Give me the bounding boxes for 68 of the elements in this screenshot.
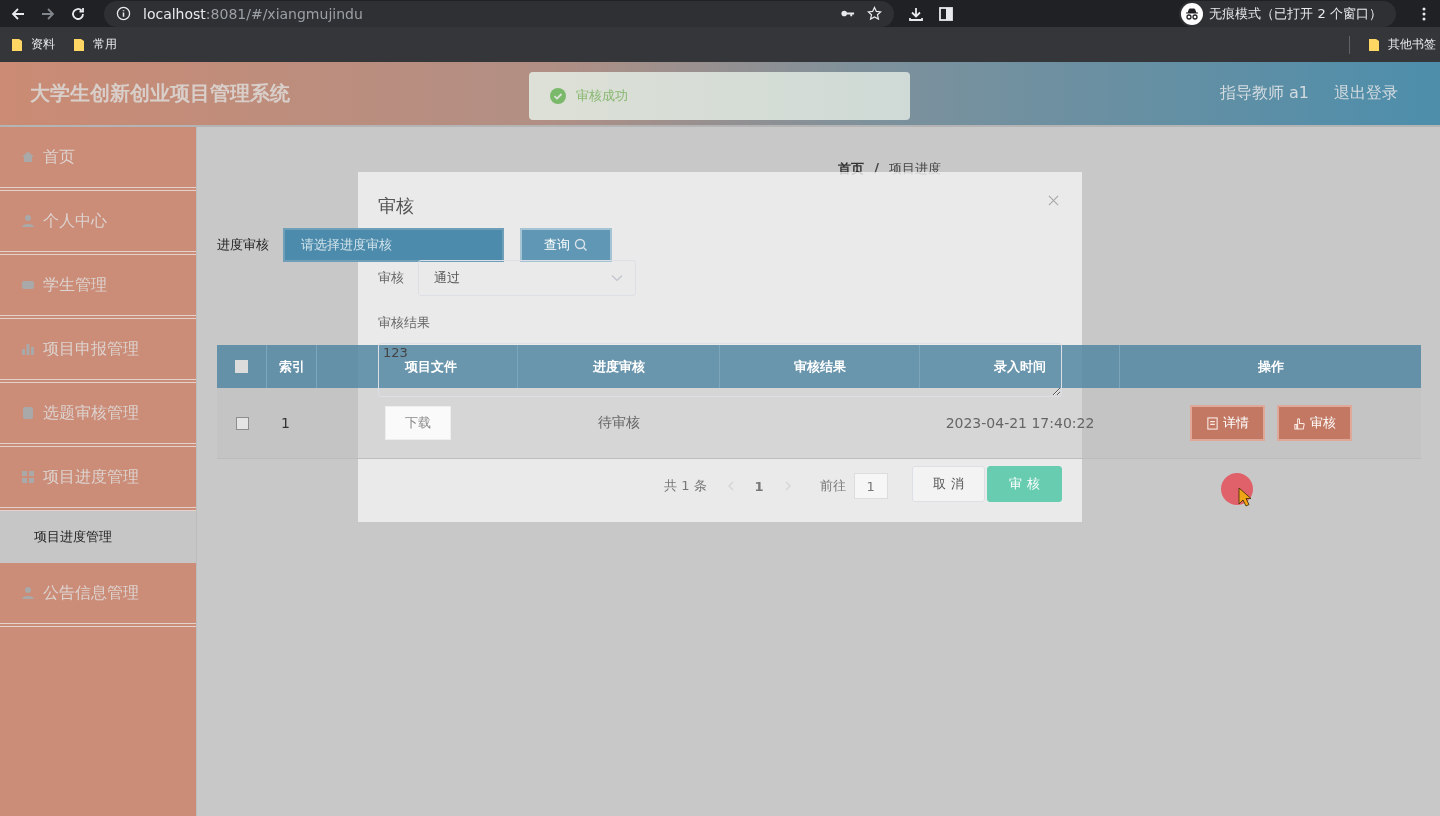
goto-page-input[interactable]: 1 xyxy=(853,473,888,499)
forward-icon[interactable] xyxy=(40,5,56,22)
column-header: 索引 xyxy=(278,357,305,376)
query-button[interactable]: 查询 xyxy=(520,228,612,262)
check-circle-icon xyxy=(550,88,566,104)
box-icon xyxy=(21,278,35,292)
detail-button[interactable]: 详情 xyxy=(1189,405,1265,441)
column-header: 录入时间 xyxy=(993,357,1046,376)
confirm-button[interactable]: 审 核 xyxy=(987,466,1062,502)
home-icon xyxy=(21,150,35,164)
click-indicator-icon xyxy=(1221,473,1255,509)
table-cell: 2023-04-21 17:40:22 xyxy=(945,415,1095,431)
bookmark[interactable]: 资料 xyxy=(11,36,55,53)
column-header: 审核结果 xyxy=(793,357,846,376)
filter-label: 进度审核 xyxy=(217,236,269,254)
document-icon xyxy=(1205,416,1219,430)
select-all-checkbox[interactable] xyxy=(235,360,248,373)
cancel-button[interactable]: 取 消 xyxy=(912,466,985,502)
goto-label: 前往 xyxy=(819,477,846,495)
info-icon xyxy=(116,6,131,21)
breadcrumb-separator: / xyxy=(874,160,879,177)
bookmark[interactable]: 其他书签 xyxy=(1368,36,1436,53)
side-panel-icon[interactable] xyxy=(938,5,954,22)
back-icon[interactable] xyxy=(10,5,26,22)
folder-icon xyxy=(73,37,85,52)
bookmark-label: 常用 xyxy=(93,36,117,53)
search-icon xyxy=(574,238,588,252)
logout-link[interactable]: 退出登录 xyxy=(1334,83,1398,104)
person-icon xyxy=(21,214,35,228)
table-cell: 待审核 xyxy=(598,414,640,432)
address-bar[interactable]: localhost:8081/#/xiangmujindu xyxy=(104,0,894,27)
url-text: localhost:8081/#/xiangmujindu xyxy=(143,5,363,22)
incognito-indicator[interactable]: 无痕模式（已打开 2 个窗口） xyxy=(1179,0,1396,27)
app-title: 大学生创新创业项目管理系统 xyxy=(30,80,290,107)
bookmark[interactable]: 常用 xyxy=(73,36,117,53)
dialog-title: 审核 xyxy=(378,194,414,218)
reload-icon[interactable] xyxy=(70,5,86,22)
bookmark-label: 其他书签 xyxy=(1388,36,1436,53)
star-icon[interactable] xyxy=(867,6,882,21)
total-count: 共 1 条 xyxy=(664,477,707,495)
column-header: 项目文件 xyxy=(405,357,457,376)
page-number[interactable]: 1 xyxy=(754,478,764,494)
review-select[interactable]: 通过 xyxy=(418,260,636,296)
folder-icon xyxy=(11,37,23,52)
doc-icon xyxy=(21,406,35,420)
table-cell: 1 xyxy=(281,415,290,431)
field-label: 审核 xyxy=(378,269,404,287)
folder-icon xyxy=(1368,37,1380,52)
user-name: 指导教师 a1 xyxy=(1219,83,1309,104)
submenu-item[interactable]: 项目进度管理 xyxy=(0,511,196,563)
download-button[interactable]: 下载 xyxy=(384,406,451,440)
progress-select[interactable]: 请选择进度审核 xyxy=(283,228,504,262)
column-header: 操作 xyxy=(1257,357,1284,376)
breadcrumb-item: 项目进度 xyxy=(888,160,941,178)
toast-message: 审核成功 xyxy=(576,87,628,105)
field-label: 审核结果 xyxy=(378,314,431,332)
review-button[interactable]: 审核 xyxy=(1276,405,1352,441)
thumbs-up-icon xyxy=(1292,416,1306,430)
breadcrumb-item[interactable]: 首页 xyxy=(838,160,865,178)
row-checkbox[interactable] xyxy=(235,416,249,430)
column-header: 进度审核 xyxy=(592,357,645,376)
chart-icon xyxy=(21,342,35,356)
chevron-down-icon xyxy=(611,274,623,282)
download-icon[interactable] xyxy=(908,5,924,22)
person-icon xyxy=(21,586,35,600)
grid-icon xyxy=(21,470,35,484)
bookmark-label: 资料 xyxy=(31,36,55,53)
incognito-icon xyxy=(1181,2,1204,25)
